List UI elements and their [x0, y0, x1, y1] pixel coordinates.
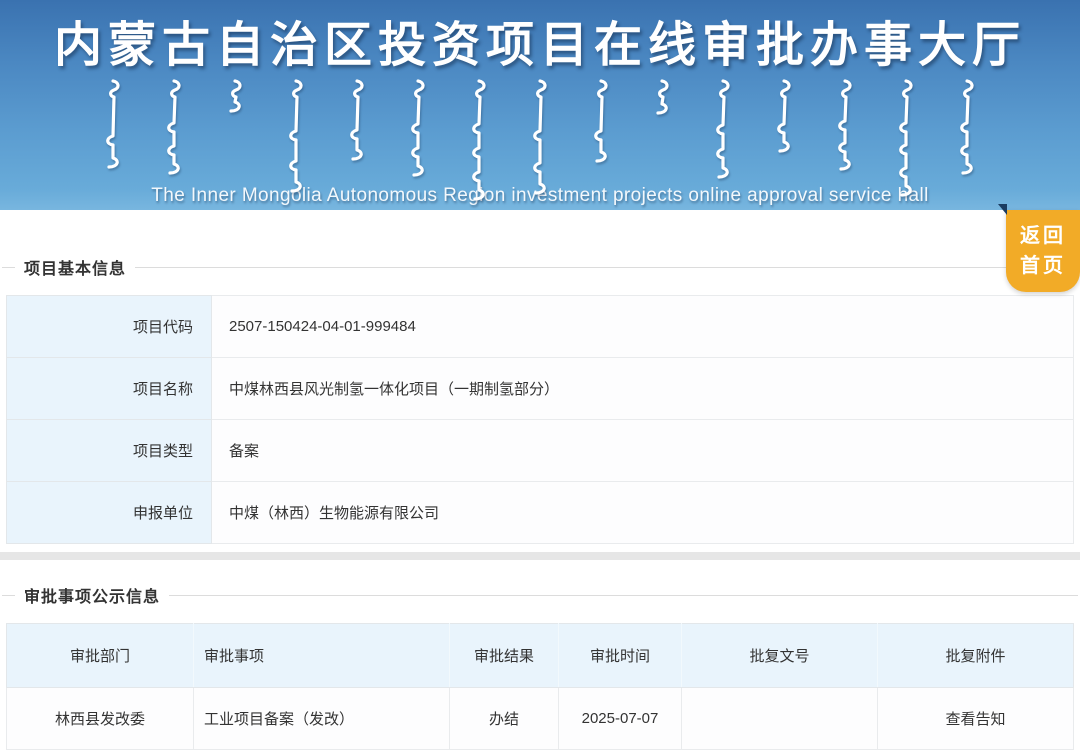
approval-table-row: 林西县发改委 工业项目备案（发改） 办结 2025-07-07 查看告知	[6, 687, 1074, 750]
col-header-approval-item: 审批事项	[193, 623, 450, 688]
table-row: 项目类型 备案	[6, 419, 1074, 482]
project-basic-info-section: 项目基本信息 项目代码 2507-150424-04-01-999484 项目名…	[0, 210, 1080, 552]
site-banner: 内蒙古自治区投资项目在线审批办事大厅 The Inner Mongolia Au…	[0, 0, 1080, 210]
approval-table-header-row: 审批部门 审批事项 审批结果 审批时间 批复文号 批复附件	[6, 623, 1074, 688]
col-header-reply-attachment: 批复附件	[877, 623, 1074, 688]
section-title-basic-info: 项目基本信息	[24, 261, 127, 278]
reply-doc-no-cell	[681, 687, 878, 750]
reply-attachment-cell: 查看告知	[877, 687, 1074, 750]
col-header-approval-result: 审批结果	[449, 623, 559, 688]
approval-dept-cell: 林西县发改委	[6, 687, 194, 750]
project-code-label: 项目代码	[6, 295, 212, 358]
content-area: 项目基本信息 项目代码 2507-150424-04-01-999484 项目名…	[0, 210, 1080, 755]
col-header-approval-time: 审批时间	[558, 623, 682, 688]
mongolian-script	[0, 78, 1080, 201]
section-divider: 审批事项公示信息	[2, 583, 1078, 607]
project-name-label: 项目名称	[6, 357, 212, 420]
col-header-approval-dept: 审批部门	[6, 623, 194, 688]
project-name-value: 中煤林西县风光制氢一体化项目（一期制氢部分）	[211, 357, 1074, 420]
card-gap	[0, 552, 1080, 560]
return-home-label: 返回 首页	[1020, 225, 1066, 277]
section-title-approval-info: 审批事项公示信息	[24, 589, 161, 606]
declare-unit-value: 中煤（林西）生物能源有限公司	[211, 481, 1074, 544]
project-info-table: 项目代码 2507-150424-04-01-999484 项目名称 中煤林西县…	[6, 295, 1074, 544]
section-divider: 项目基本信息	[2, 255, 1078, 279]
approval-public-info-section: 审批事项公示信息 审批部门 审批事项 审批结果 审批时间 批复文号 批复附件 林	[0, 560, 1080, 755]
table-row: 项目名称 中煤林西县风光制氢一体化项目（一期制氢部分）	[6, 357, 1074, 420]
approval-table: 审批部门 审批事项 审批结果 审批时间 批复文号 批复附件 林西县发改委 工业项…	[6, 623, 1074, 750]
declare-unit-label: 申报单位	[6, 481, 212, 544]
return-home-button[interactable]: 返回 首页	[998, 204, 1080, 292]
ribbon-fold-icon	[998, 204, 1007, 215]
table-row: 项目代码 2507-150424-04-01-999484	[6, 295, 1074, 358]
project-code-value: 2507-150424-04-01-999484	[211, 295, 1074, 358]
col-header-reply-doc-no: 批复文号	[681, 623, 878, 688]
site-title-cn: 内蒙古自治区投资项目在线审批办事大厅	[53, 19, 1026, 72]
approval-result-cell: 办结	[449, 687, 559, 750]
project-type-value: 备案	[211, 419, 1074, 482]
approval-time-cell: 2025-07-07	[558, 687, 682, 750]
project-type-label: 项目类型	[6, 419, 212, 482]
table-row: 申报单位 中煤（林西）生物能源有限公司	[6, 481, 1074, 544]
approval-item-cell: 工业项目备案（发改）	[193, 687, 450, 750]
